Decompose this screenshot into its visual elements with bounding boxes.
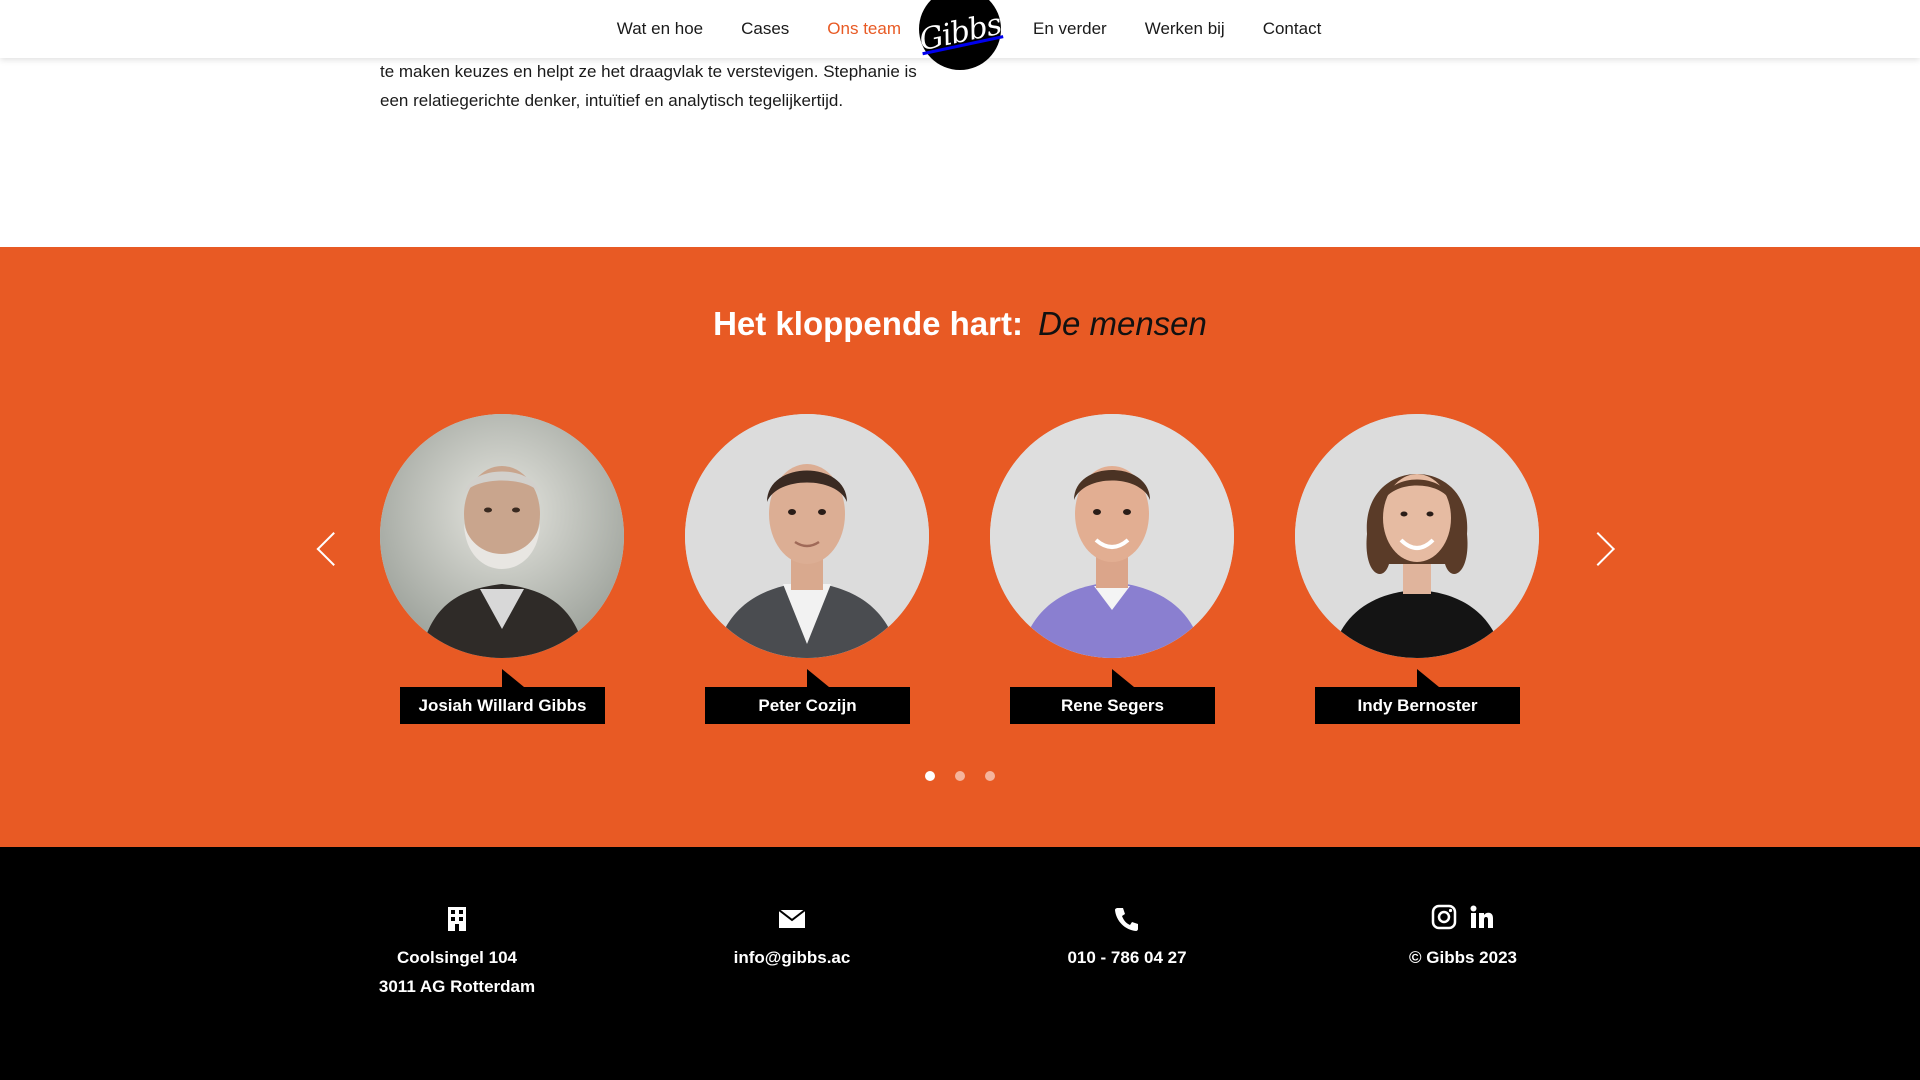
nav-werken-bij[interactable]: Werken bij	[1126, 0, 1244, 58]
member-name-tag: Rene Segers	[1010, 669, 1215, 724]
team-title: Het kloppende hart: De mensen	[0, 305, 1920, 343]
team-member-card[interactable]: Josiah Willard Gibbs	[380, 414, 624, 734]
site-header: Wat en hoe Cases Ons team Gibbs En verde…	[0, 0, 1920, 70]
address-line-2: 3011 AG Rotterdam	[378, 977, 536, 996]
nav-contact[interactable]: Contact	[1244, 0, 1341, 58]
intro-line-1: te maken keuzes en helpt ze het draagvla…	[380, 62, 917, 81]
nav-left: Wat en hoe Cases Ons team	[598, 0, 920, 58]
phone-link[interactable]: 010 - 786 04 27	[997, 943, 1257, 972]
nav-right: En verder Werken bij Contact	[1014, 0, 1340, 58]
address-line-1: Coolsingel 104	[397, 948, 517, 967]
team-member-card[interactable]: Peter Cozijn	[685, 414, 929, 734]
site-footer: Coolsingel 104 3011 AG Rotterdam info@gi…	[0, 847, 1920, 1080]
team-member-card[interactable]: Indy Bernoster	[1295, 414, 1539, 734]
member-name-tag: Indy Bernoster	[1315, 669, 1520, 724]
copyright-text: © Gibbs 2023	[1409, 948, 1517, 967]
footer-email: info@gibbs.ac	[662, 903, 922, 972]
carousel-dot-3[interactable]	[985, 771, 995, 781]
footer-address: Coolsingel 104 3011 AG Rotterdam	[327, 903, 587, 1001]
carousel-dot-2[interactable]	[955, 771, 965, 781]
carousel-next-arrow-icon[interactable]	[1581, 532, 1615, 566]
footer-phone: 010 - 786 04 27	[997, 903, 1257, 972]
logo-text: Gibbs	[916, 6, 1004, 58]
linkedin-icon[interactable]	[1469, 904, 1495, 935]
member-name-tag: Peter Cozijn	[705, 669, 910, 724]
intro-line-2: een relatiegerichte denker, intuïtief en…	[380, 91, 844, 110]
social-icons	[1333, 903, 1593, 935]
footer-social: © Gibbs 2023	[1333, 903, 1593, 972]
carousel-dots	[0, 771, 1920, 781]
team-member-card[interactable]: Rene Segers	[990, 414, 1234, 734]
team-title-bold: Het kloppende hart:	[713, 305, 1023, 342]
team-title-italic: De mensen	[1038, 305, 1207, 342]
carousel-prev-arrow-icon[interactable]	[316, 532, 351, 566]
member-photo-rene	[990, 414, 1234, 658]
member-photo-indy	[1295, 414, 1539, 658]
nav-wat-en-hoe[interactable]: Wat en hoe	[598, 0, 722, 58]
member-name-tag: Josiah Willard Gibbs	[400, 669, 605, 724]
carousel-dot-1[interactable]	[925, 771, 935, 781]
team-section: Het kloppende hart: De mensen Josiah Wil…	[0, 247, 1920, 847]
nav-en-verder[interactable]: En verder	[1014, 0, 1126, 58]
phone-icon	[997, 903, 1257, 935]
building-icon	[327, 903, 587, 935]
member-photo-peter	[685, 414, 929, 658]
nav-cases[interactable]: Cases	[722, 0, 808, 58]
nav-ons-team[interactable]: Ons team	[808, 0, 920, 58]
envelope-icon	[662, 903, 922, 935]
instagram-icon[interactable]	[1431, 904, 1457, 935]
email-link[interactable]: info@gibbs.ac	[662, 943, 922, 972]
member-photo-josiah	[380, 414, 624, 658]
